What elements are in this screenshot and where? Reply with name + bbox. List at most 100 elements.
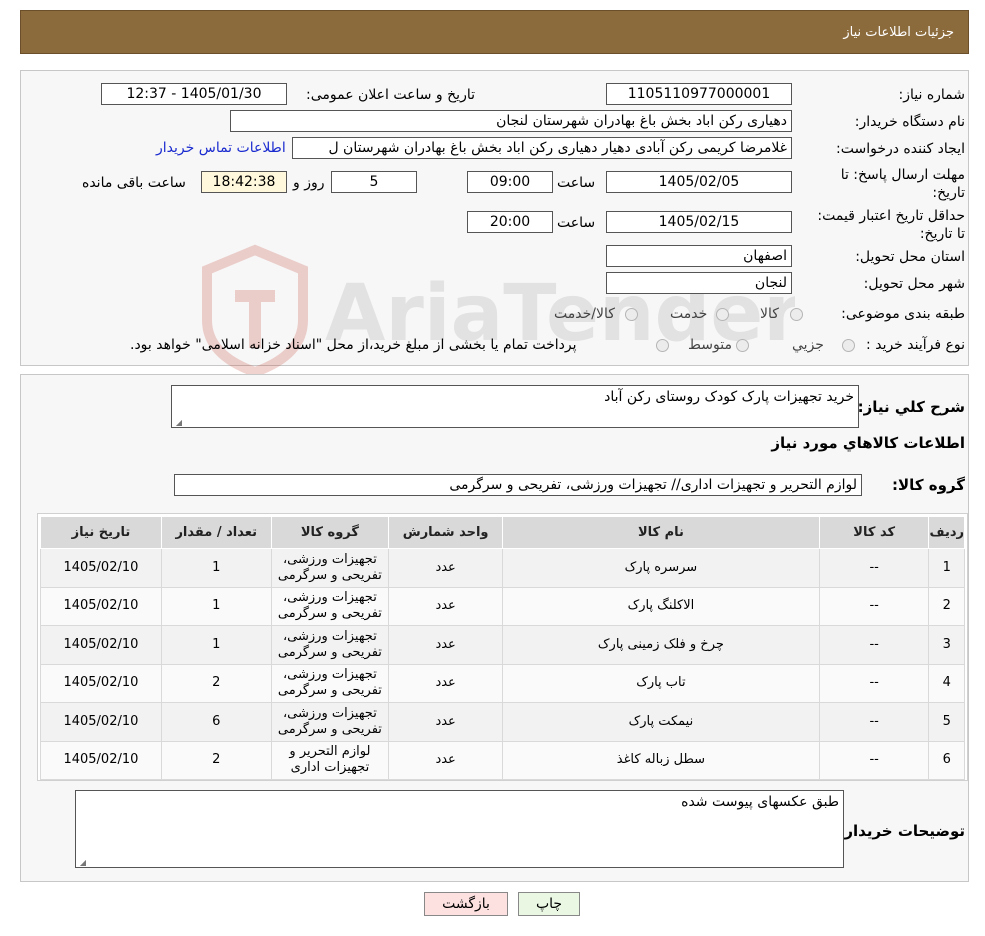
buyer-notes-textarea: طبق عکسهای پیوست شده ◢ <box>75 790 844 868</box>
deadline-label: مهلت ارسال پاسخ: تا تاریخ: <box>840 167 965 201</box>
cell-unit: عدد <box>388 702 503 742</box>
cell-code: -- <box>818 740 930 780</box>
category-option-service: خدمت <box>670 306 708 322</box>
cell-qty: 1 <box>160 548 272 588</box>
announce-datetime-field: 1405/01/30 - 12:37 <box>101 83 287 105</box>
buyer-org-label: نام دستگاه خریدار: <box>854 114 965 130</box>
col-unit: واحد شمارش <box>388 516 503 549</box>
cell-qty: 1 <box>160 625 272 665</box>
cell-row: 6 <box>928 740 965 780</box>
page-title: جزئیات اطلاعات نیاز <box>843 25 954 40</box>
table-row: 5 -- نیمکت پارک عدد تجهیزات ورزشی، تفریح… <box>40 702 965 742</box>
cell-qty: 2 <box>160 663 272 703</box>
category-radio-goods-service[interactable] <box>625 308 638 321</box>
buyer-org-field: دهیاری رکن اباد بخش باغ بهادران شهرستان … <box>230 110 792 132</box>
summary-label: شرح کلي نياز: <box>857 398 965 416</box>
province-field: اصفهان <box>606 245 792 267</box>
cell-qty: 6 <box>160 702 272 742</box>
items-table: ردیف کد کالا نام کالا واحد شمارش گروه کا… <box>40 516 965 780</box>
col-group: گروه کالا <box>270 516 390 549</box>
table-row: 6 -- سطل زباله کاغذ عدد لوازم التحریر و … <box>40 740 965 780</box>
city-label: شهر محل تحویل: <box>863 276 965 292</box>
back-button[interactable]: بازگشت <box>424 892 508 916</box>
days-label: روز و <box>293 175 325 191</box>
resize-grip-icon: ◢ <box>79 858 86 867</box>
cell-group: تجهیزات ورزشی، تفریحی و سرگرمی <box>270 586 390 626</box>
category-option-goods: کالا <box>760 306 779 322</box>
items-table-header: ردیف کد کالا نام کالا واحد شمارش گروه کا… <box>40 516 965 549</box>
table-row: 2 -- الاکلنگ پارک عدد تجهیزات ورزشی، تفر… <box>40 586 965 626</box>
remaining-time-label: ساعت باقی مانده <box>82 175 186 191</box>
category-radio-goods[interactable] <box>790 308 803 321</box>
need-number-field: 1105110977000001 <box>606 83 792 105</box>
validity-label: حداقل تاریخ اعتبار قیمت: تا تاریخ: <box>817 208 965 242</box>
process-radio-minor[interactable] <box>842 339 855 352</box>
cell-name: سرسره پارک <box>502 548 820 588</box>
cell-date: 1405/02/10 <box>40 702 162 742</box>
requester-field: غلامرضا کریمی رکن آبادی دهیار دهیاری رکن… <box>292 137 792 159</box>
buyer-contact-link[interactable]: اطلاعات تماس خریدار <box>156 140 286 156</box>
cell-qty: 2 <box>160 740 272 780</box>
cell-row: 3 <box>928 625 965 665</box>
city-field: لنجان <box>606 272 792 294</box>
cell-group: تجهیزات ورزشی، تفریحی و سرگرمی <box>270 702 390 742</box>
remaining-time-field: 18:42:38 <box>201 171 287 193</box>
cell-code: -- <box>818 586 930 626</box>
cell-group: تجهیزات ورزشی، تفریحی و سرگرمی <box>270 663 390 703</box>
cell-row: 4 <box>928 663 965 703</box>
process-option-minor: جزیي <box>792 337 824 353</box>
cell-unit: عدد <box>388 740 503 780</box>
process-radio-treasury[interactable] <box>656 339 669 352</box>
cell-row: 2 <box>928 586 965 626</box>
col-row: ردیف <box>928 516 965 549</box>
goods-section-title: اطلاعات کالاهاي مورد نياز <box>771 434 965 452</box>
table-row: 3 -- چرخ و فلک زمینی پارک عدد تجهیزات ور… <box>40 625 965 665</box>
cell-group: تجهیزات ورزشی، تفریحی و سرگرمی <box>270 625 390 665</box>
summary-text: خرید تجهیزات پارک کودک روستای رکن آباد <box>604 389 854 405</box>
cell-name: چرخ و فلک زمینی پارک <box>502 625 820 665</box>
print-button[interactable]: چاپ <box>518 892 580 916</box>
group-label: گروه کالا: <box>892 476 965 494</box>
table-row: 4 -- تاب پارک عدد تجهیزات ورزشی، تفریحی … <box>40 663 965 703</box>
table-row: 1 -- سرسره پارک عدد تجهیزات ورزشی، تفریح… <box>40 548 965 588</box>
cell-unit: عدد <box>388 548 503 588</box>
buyer-notes-label: توضیحات خریدار: <box>838 822 965 840</box>
process-radio-medium[interactable] <box>736 339 749 352</box>
cell-name: الاکلنگ پارک <box>502 586 820 626</box>
cell-row: 1 <box>928 548 965 588</box>
deadline-time-field: 09:00 <box>467 171 553 193</box>
category-option-goods-service: کالا/خدمت <box>554 306 615 322</box>
col-qty: تعداد / مقدار <box>160 516 272 549</box>
validity-time-field: 20:00 <box>467 211 553 233</box>
category-radio-service[interactable] <box>716 308 729 321</box>
cell-group: لوازم التحریر و تجهیزات اداری <box>270 740 390 780</box>
requester-label: ایجاد کننده درخواست: <box>836 141 965 157</box>
cell-unit: عدد <box>388 586 503 626</box>
summary-textarea: خرید تجهیزات پارک کودک روستای رکن آباد ◢ <box>171 385 859 428</box>
days-remaining-field: 5 <box>331 171 417 193</box>
col-code: کد کالا <box>818 516 930 549</box>
cell-code: -- <box>818 702 930 742</box>
validity-date-field: 1405/02/15 <box>606 211 792 233</box>
province-label: استان محل تحویل: <box>855 249 965 265</box>
cell-unit: عدد <box>388 625 503 665</box>
need-number-label: شماره نیاز: <box>898 87 966 103</box>
cell-date: 1405/02/10 <box>40 548 162 588</box>
deadline-date-field: 1405/02/05 <box>606 171 792 193</box>
announce-label: تاریخ و ساعت اعلان عمومی: <box>306 87 475 103</box>
cell-qty: 1 <box>160 586 272 626</box>
cell-code: -- <box>818 663 930 703</box>
cell-group: تجهیزات ورزشی، تفریحی و سرگرمی <box>270 548 390 588</box>
buyer-notes-text: طبق عکسهای پیوست شده <box>681 794 839 810</box>
cell-code: -- <box>818 625 930 665</box>
resize-grip-icon: ◢ <box>175 418 182 427</box>
category-label: طبقه بندی موضوعی: <box>841 306 965 322</box>
process-note: پرداخت تمام یا بخشی از مبلغ خرید،از محل … <box>130 337 577 353</box>
group-field: لوازم التحریر و تجهیزات اداری// تجهیزات … <box>174 474 862 496</box>
cell-row: 5 <box>928 702 965 742</box>
validity-time-label: ساعت <box>557 215 596 231</box>
process-option-medium: متوسط <box>688 337 732 353</box>
cell-name: تاب پارک <box>502 663 820 703</box>
col-name: نام کالا <box>502 516 820 549</box>
cell-date: 1405/02/10 <box>40 740 162 780</box>
